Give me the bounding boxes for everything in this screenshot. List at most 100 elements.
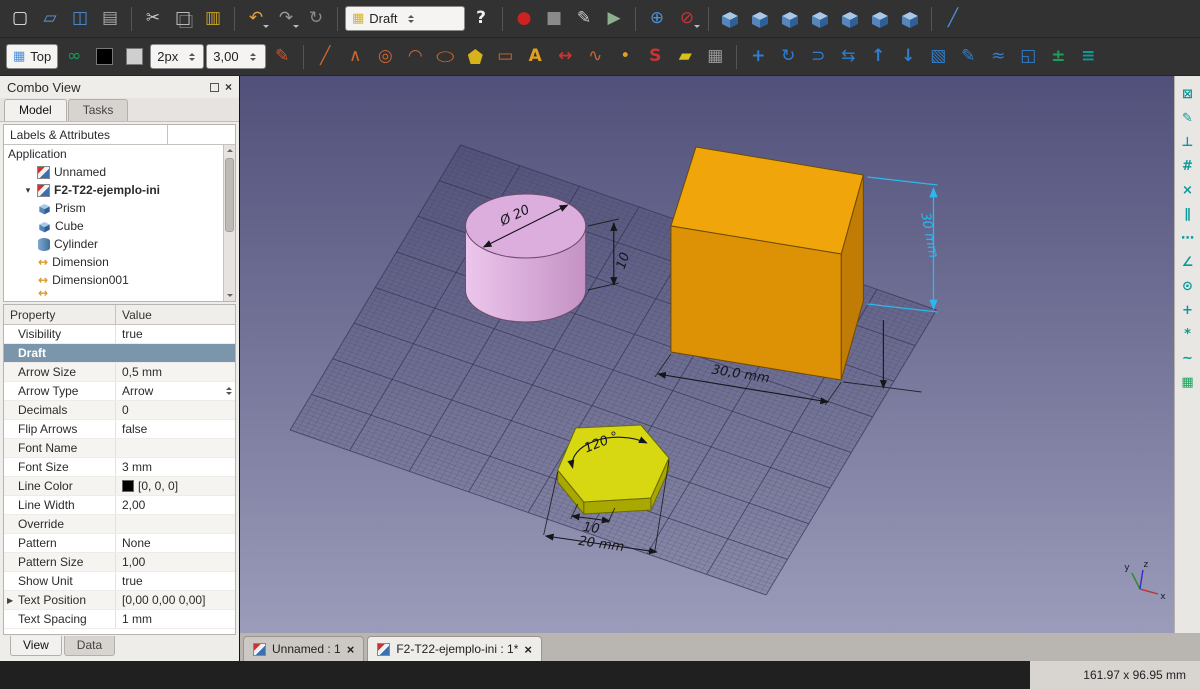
working-plane-top[interactable]: ▦ Top — [6, 44, 59, 69]
view-isometric[interactable] — [716, 5, 744, 33]
expander-icon[interactable]: ▾ — [23, 185, 33, 196]
snap-perpendicular[interactable]: ⊥ — [1177, 132, 1198, 153]
macro-record[interactable]: ● — [510, 5, 538, 33]
draft-text[interactable]: A — [521, 43, 549, 71]
property-value[interactable]: 1,00 — [122, 555, 145, 569]
tab-data[interactable]: Data — [63, 636, 116, 656]
move[interactable]: + — [744, 43, 772, 71]
line-width[interactable]: 2px — [150, 44, 205, 69]
macro-stop[interactable]: ■ — [540, 5, 568, 33]
snap-special[interactable]: * — [1177, 324, 1198, 345]
open-file[interactable]: ▱ — [36, 5, 64, 33]
draft-dimension[interactable]: ↔ — [551, 43, 579, 71]
draft-point[interactable]: • — [611, 43, 639, 71]
layers[interactable]: ≡ — [1074, 43, 1102, 71]
property-row-text-spacing[interactable]: Text Spacing 1 mm — [4, 610, 235, 629]
scrollbar-thumb[interactable] — [225, 158, 234, 232]
tree-item-application[interactable]: Application — [4, 145, 235, 163]
property-value[interactable]: 0 — [122, 403, 129, 417]
workbench-selector[interactable]: ▦ Draft — [345, 6, 465, 31]
scroll-up-icon[interactable] — [224, 145, 235, 156]
snap-ortho[interactable]: + — [1177, 300, 1198, 321]
refresh[interactable]: ↻ — [302, 5, 330, 33]
tree-item-dimension[interactable]: ↔ Dimension — [4, 253, 235, 271]
draft-facebinder[interactable]: ▰ — [671, 43, 699, 71]
spinner-arrows[interactable] — [226, 384, 232, 398]
scale[interactable]: ▧ — [924, 43, 952, 71]
spinner-arrows[interactable] — [249, 50, 256, 64]
spinner-arrows[interactable] — [408, 12, 415, 26]
property-value[interactable]: [0,00 0,00 0,00] — [122, 593, 205, 607]
snap-endpoint[interactable]: ✎ — [1177, 108, 1198, 129]
close-tab-icon[interactable]: × — [347, 642, 355, 657]
property-row-font-name[interactable]: Font Name — [4, 439, 235, 458]
tree-item-cylinder[interactable]: Cylinder — [4, 235, 235, 253]
toggle-continue-mode[interactable]: ∞ — [60, 43, 88, 71]
draft-shapestring[interactable]: S — [641, 43, 669, 71]
scroll-down-icon[interactable] — [224, 290, 235, 301]
property-row-decimals[interactable]: Decimals 0 — [4, 401, 235, 420]
redo-dropdown-icon[interactable] — [293, 24, 299, 31]
property-row-line-color[interactable]: Line Color [0, 0, 0] — [4, 477, 235, 496]
draft-hatch[interactable]: ▦ — [701, 43, 729, 71]
property-row-flip-arrows[interactable]: Flip Arrows false — [4, 420, 235, 439]
view-right[interactable] — [806, 5, 834, 33]
spinner-arrows[interactable] — [189, 50, 196, 64]
view-bottom[interactable] — [866, 5, 894, 33]
property-value[interactable]: Arrow — [122, 384, 153, 398]
snap-extension[interactable]: ⋯ — [1177, 228, 1198, 249]
add-to-group[interactable]: ± — [1044, 43, 1072, 71]
draft-ellipse[interactable]: ◯ — [431, 43, 459, 71]
property-value[interactable]: 0,5 mm — [122, 365, 162, 379]
property-row-override[interactable]: Override — [4, 515, 235, 534]
draft-bspline[interactable]: ∿ — [581, 43, 609, 71]
property-value[interactable]: false — [122, 422, 147, 436]
downgrade[interactable]: ↓ — [894, 43, 922, 71]
tree-item-f2-t22-ejemplo-ini[interactable]: ▾ F2-T22-ejemplo-ini — [4, 181, 235, 199]
draft-polygon[interactable] — [461, 43, 489, 71]
property-value[interactable]: 2,00 — [122, 498, 145, 512]
property-value[interactable]: true — [122, 327, 143, 341]
property-value[interactable]: true — [122, 574, 143, 588]
tree-scrollbar[interactable] — [223, 145, 235, 301]
tab-tasks[interactable]: Tasks — [67, 99, 129, 121]
property-group-draft[interactable]: Draft — [4, 344, 235, 363]
redo[interactable]: ↷ — [272, 5, 300, 33]
macro-play[interactable]: ▶ — [600, 5, 628, 33]
property-row-pattern-size[interactable]: Pattern Size 1,00 — [4, 553, 235, 572]
tree-item-dimension001[interactable]: ↔ Dimension001 — [4, 271, 235, 289]
property-value[interactable]: 1 mm — [122, 612, 152, 626]
property-row-visibility[interactable]: Visibility true — [4, 325, 235, 344]
draw-style-dropdown-icon[interactable] — [694, 24, 700, 31]
zoom-fit-all[interactable]: ⊕ — [643, 5, 671, 33]
property-row-pattern[interactable]: Pattern None — [4, 534, 235, 553]
view-left[interactable] — [896, 5, 924, 33]
new-file[interactable]: ▢ — [6, 5, 34, 33]
draft-line[interactable]: ╱ — [311, 43, 339, 71]
snap-angle[interactable]: ∠ — [1177, 252, 1198, 273]
3d-viewport[interactable]: Ø 20 10 30,0 mm 30 mm 120 ° 10 20 mm x y… — [240, 76, 1174, 633]
whats-this[interactable]: ? — [467, 5, 495, 33]
float-panel-icon[interactable] — [209, 82, 219, 92]
snap-center[interactable]: ⊙ — [1177, 276, 1198, 297]
snap-parallel[interactable]: ∥ — [1177, 204, 1198, 225]
cube-object[interactable] — [670, 146, 864, 381]
property-value[interactable]: [0, 0, 0] — [138, 479, 178, 493]
snap-near[interactable]: ∼ — [1177, 348, 1198, 369]
close-tab-icon[interactable]: × — [524, 642, 532, 657]
font-size[interactable]: 3,00 — [206, 44, 267, 69]
snap-grid[interactable]: # — [1177, 156, 1198, 177]
cut[interactable]: ✂ — [139, 5, 167, 33]
shape-2d-view[interactable]: ◱ — [1014, 43, 1042, 71]
document-tab-f2-t22-ejemplo-ini-1[interactable]: F2-T22-ejemplo-ini : 1* × — [367, 636, 542, 661]
undo[interactable]: ↶ — [242, 5, 270, 33]
tree-item-partial[interactable]: ↔ — [4, 289, 235, 296]
tab-view[interactable]: View — [10, 636, 62, 656]
scrollbar-track[interactable] — [224, 156, 235, 290]
property-row-font-size[interactable]: Font Size 3 mm — [4, 458, 235, 477]
property-row-show-unit[interactable]: Show Unit true — [4, 572, 235, 591]
draft-circle[interactable]: ◎ — [371, 43, 399, 71]
property-row-line-width[interactable]: Line Width 2,00 — [4, 496, 235, 515]
document-tab-unnamed-1[interactable]: Unnamed : 1 × — [243, 636, 365, 661]
view-front[interactable] — [746, 5, 774, 33]
